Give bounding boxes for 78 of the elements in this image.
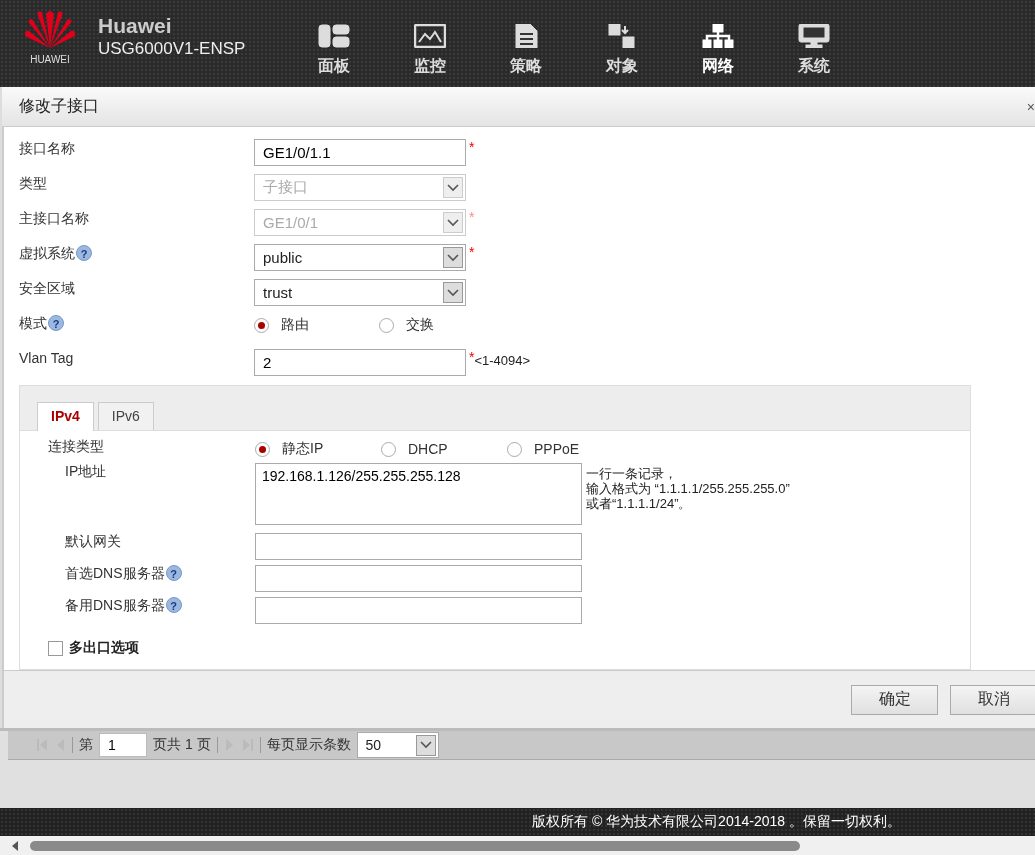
tab[interactable]: IPv6 bbox=[97, 402, 154, 430]
nav-item[interactable]: 网络 bbox=[670, 24, 766, 77]
network-icon bbox=[702, 24, 734, 48]
field-label: 接口名称 bbox=[19, 140, 75, 158]
dialog-title: 修改子接口 bbox=[19, 96, 99, 116]
nav-item[interactable]: 面板 bbox=[286, 24, 382, 77]
radio-label: DHCP bbox=[408, 441, 448, 457]
page-size-dropdown[interactable]: 50 bbox=[356, 732, 439, 758]
dropdown[interactable]: trust bbox=[254, 279, 466, 306]
field-label: 连接类型 bbox=[48, 438, 104, 456]
radio-button[interactable] bbox=[379, 317, 394, 333]
radio-label: 路由 bbox=[281, 316, 309, 334]
radio-label: PPPoE bbox=[534, 441, 580, 457]
required-mark: * bbox=[469, 209, 475, 225]
field-label: 主接口名称 bbox=[19, 210, 89, 228]
format-hint: 一行一条记录， bbox=[586, 466, 678, 481]
nav-item[interactable]: 监控 bbox=[382, 24, 478, 77]
radio-button[interactable] bbox=[381, 441, 396, 457]
monitor-chart-icon bbox=[414, 24, 446, 48]
help-icon[interactable]: ? bbox=[76, 245, 92, 261]
radio-button[interactable] bbox=[254, 317, 269, 333]
dialog-button[interactable]: 取消 bbox=[950, 684, 1035, 715]
scroll-left-icon bbox=[10, 840, 20, 852]
ip-address-field[interactable]: 192.168.1.126/255.255.255.128 bbox=[255, 463, 582, 525]
computer-icon bbox=[798, 24, 830, 48]
text-field[interactable]: 2 bbox=[254, 349, 466, 376]
nav-item[interactable]: 策略 bbox=[478, 24, 574, 77]
field-label: 类型 bbox=[19, 175, 47, 193]
scrollbar-thumb[interactable] bbox=[30, 841, 800, 851]
nav-item[interactable]: 对象 bbox=[574, 24, 670, 77]
brand-name: Huawei bbox=[98, 14, 173, 38]
required-mark: * bbox=[469, 244, 475, 260]
range-hint: <1-4094> bbox=[474, 353, 531, 368]
format-hint: 或者“1.1.1.1/24”。 bbox=[586, 496, 693, 511]
dashboard-icon bbox=[318, 24, 350, 48]
pager-text: 页共 1 页 bbox=[153, 736, 211, 754]
help-icon[interactable]: ? bbox=[165, 565, 182, 581]
checkbox-label: 多出口选项 bbox=[69, 639, 139, 657]
field-label: 安全区域 bbox=[19, 280, 75, 298]
copyright-text: 版权所有 © 华为技术有限公司2014-2018 。保留一切权利。 bbox=[532, 813, 901, 831]
radio-label: 静态IP bbox=[282, 440, 324, 458]
logo-text: HUAWEI bbox=[30, 54, 70, 65]
objects-icon bbox=[606, 24, 638, 48]
dialog-button[interactable]: 确定 bbox=[851, 684, 938, 715]
device-model: USG6000V1-ENSP bbox=[98, 39, 247, 59]
caret-icon bbox=[419, 741, 432, 749]
field-label: 模式 bbox=[19, 315, 47, 333]
field-label: IP地址 bbox=[65, 463, 107, 481]
field-label: Vlan Tag bbox=[19, 350, 74, 366]
caret-icon bbox=[447, 183, 459, 192]
pager-text: 第 bbox=[79, 736, 93, 754]
field-label: 默认网关 bbox=[65, 533, 121, 551]
text-field[interactable]: GE1/0/1.1 bbox=[254, 139, 466, 166]
radio-button[interactable] bbox=[507, 441, 522, 457]
dropdown[interactable]: public bbox=[254, 244, 466, 271]
help-icon[interactable]: ? bbox=[48, 315, 64, 331]
page-field[interactable]: 1 bbox=[99, 733, 147, 757]
tab[interactable]: IPv4 bbox=[37, 402, 94, 431]
field-label: 备用DNS服务器 bbox=[65, 597, 165, 615]
caret-icon bbox=[447, 253, 459, 262]
caret-icon bbox=[447, 288, 459, 297]
text-field[interactable] bbox=[255, 597, 582, 624]
huawei-logo-icon bbox=[24, 10, 76, 48]
checkbox[interactable] bbox=[48, 640, 63, 656]
required-mark: * bbox=[469, 349, 475, 365]
text-field[interactable] bbox=[255, 533, 582, 560]
pager-text: 每页显示条数 bbox=[266, 736, 351, 754]
field-label: 虚拟系统 bbox=[19, 245, 75, 263]
help-icon[interactable]: ? bbox=[165, 597, 182, 613]
text-field[interactable] bbox=[255, 565, 582, 592]
caret-icon bbox=[447, 218, 459, 227]
required-mark: * bbox=[469, 139, 475, 155]
close-button[interactable]: × bbox=[1026, 98, 1035, 115]
nav-item[interactable]: 系统 bbox=[766, 24, 862, 77]
format-hint: 输入格式为 “1.1.1.1/255.255.255.0” bbox=[586, 481, 790, 496]
radio-button[interactable] bbox=[255, 441, 270, 457]
field-label: 首选DNS服务器 bbox=[65, 565, 165, 583]
radio-label: 交换 bbox=[406, 316, 434, 334]
